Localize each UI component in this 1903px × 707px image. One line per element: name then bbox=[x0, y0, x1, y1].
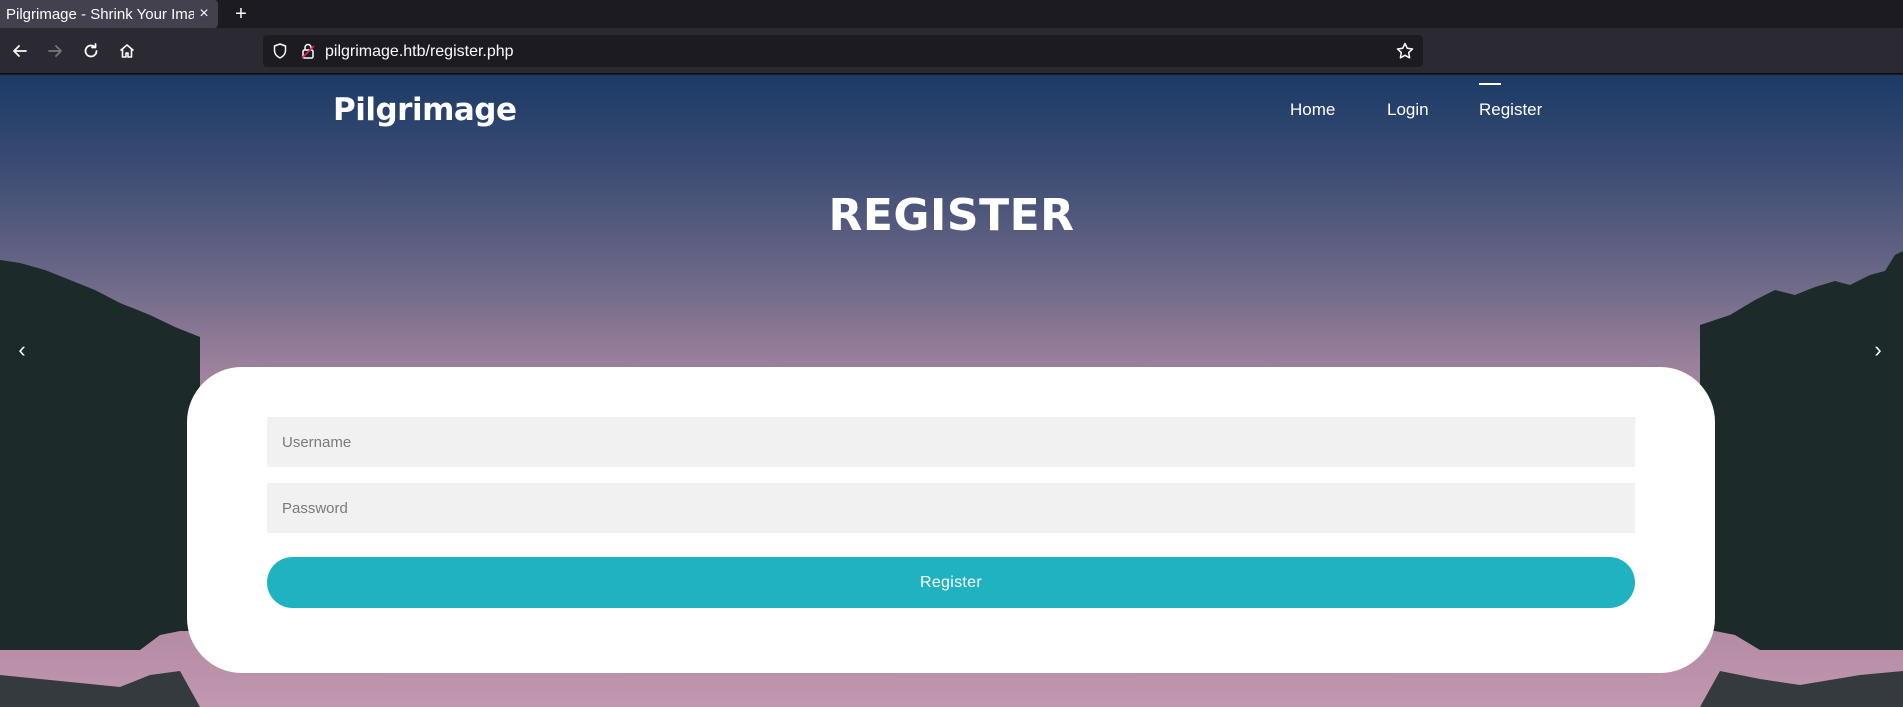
forward-button[interactable] bbox=[42, 38, 68, 64]
page-title: REGISTER bbox=[828, 190, 1075, 241]
register-button[interactable]: Register bbox=[267, 557, 1635, 608]
arrow-left-icon bbox=[13, 45, 27, 57]
browser-tab-bar: Pilgrimage - Shrink Your Images × + bbox=[0, 0, 1903, 28]
username-field[interactable] bbox=[267, 417, 1635, 467]
url-bar[interactable]: pilgrimage.htb/register.php bbox=[263, 35, 1423, 67]
page-viewport: Pilgrimage Home Login Register REGISTER … bbox=[0, 75, 1903, 707]
nav-register-link[interactable]: Register bbox=[1479, 83, 1542, 120]
home-icon bbox=[119, 44, 135, 58]
star-icon[interactable] bbox=[1395, 41, 1415, 61]
carousel-next-icon[interactable]: › bbox=[1868, 337, 1888, 362]
reload-button[interactable] bbox=[78, 38, 104, 64]
password-field[interactable] bbox=[267, 483, 1635, 533]
register-form-card: Register bbox=[187, 367, 1715, 673]
password-input[interactable] bbox=[282, 483, 1635, 533]
home-button[interactable] bbox=[114, 38, 140, 64]
url-text[interactable]: pilgrimage.htb/register.php bbox=[325, 43, 514, 61]
new-tab-button[interactable]: + bbox=[230, 3, 252, 25]
tab-title: Pilgrimage - Shrink Your Images bbox=[6, 5, 194, 23]
lock-icon[interactable] bbox=[299, 42, 317, 60]
arrow-right-icon bbox=[48, 45, 62, 57]
nav-home-link[interactable]: Home bbox=[1290, 100, 1335, 120]
username-input[interactable] bbox=[282, 417, 1635, 467]
browser-tab[interactable]: Pilgrimage - Shrink Your Images × bbox=[0, 0, 218, 28]
back-button[interactable] bbox=[7, 38, 33, 64]
close-tab-icon[interactable]: × bbox=[194, 4, 214, 24]
site-logo[interactable]: Pilgrimage bbox=[333, 92, 517, 128]
shield-icon[interactable] bbox=[271, 42, 289, 60]
reload-icon bbox=[84, 43, 98, 58]
browser-nav-bar: pilgrimage.htb/register.php bbox=[0, 28, 1903, 74]
nav-login-link[interactable]: Login bbox=[1387, 100, 1429, 120]
carousel-prev-icon[interactable]: ‹ bbox=[12, 337, 32, 362]
